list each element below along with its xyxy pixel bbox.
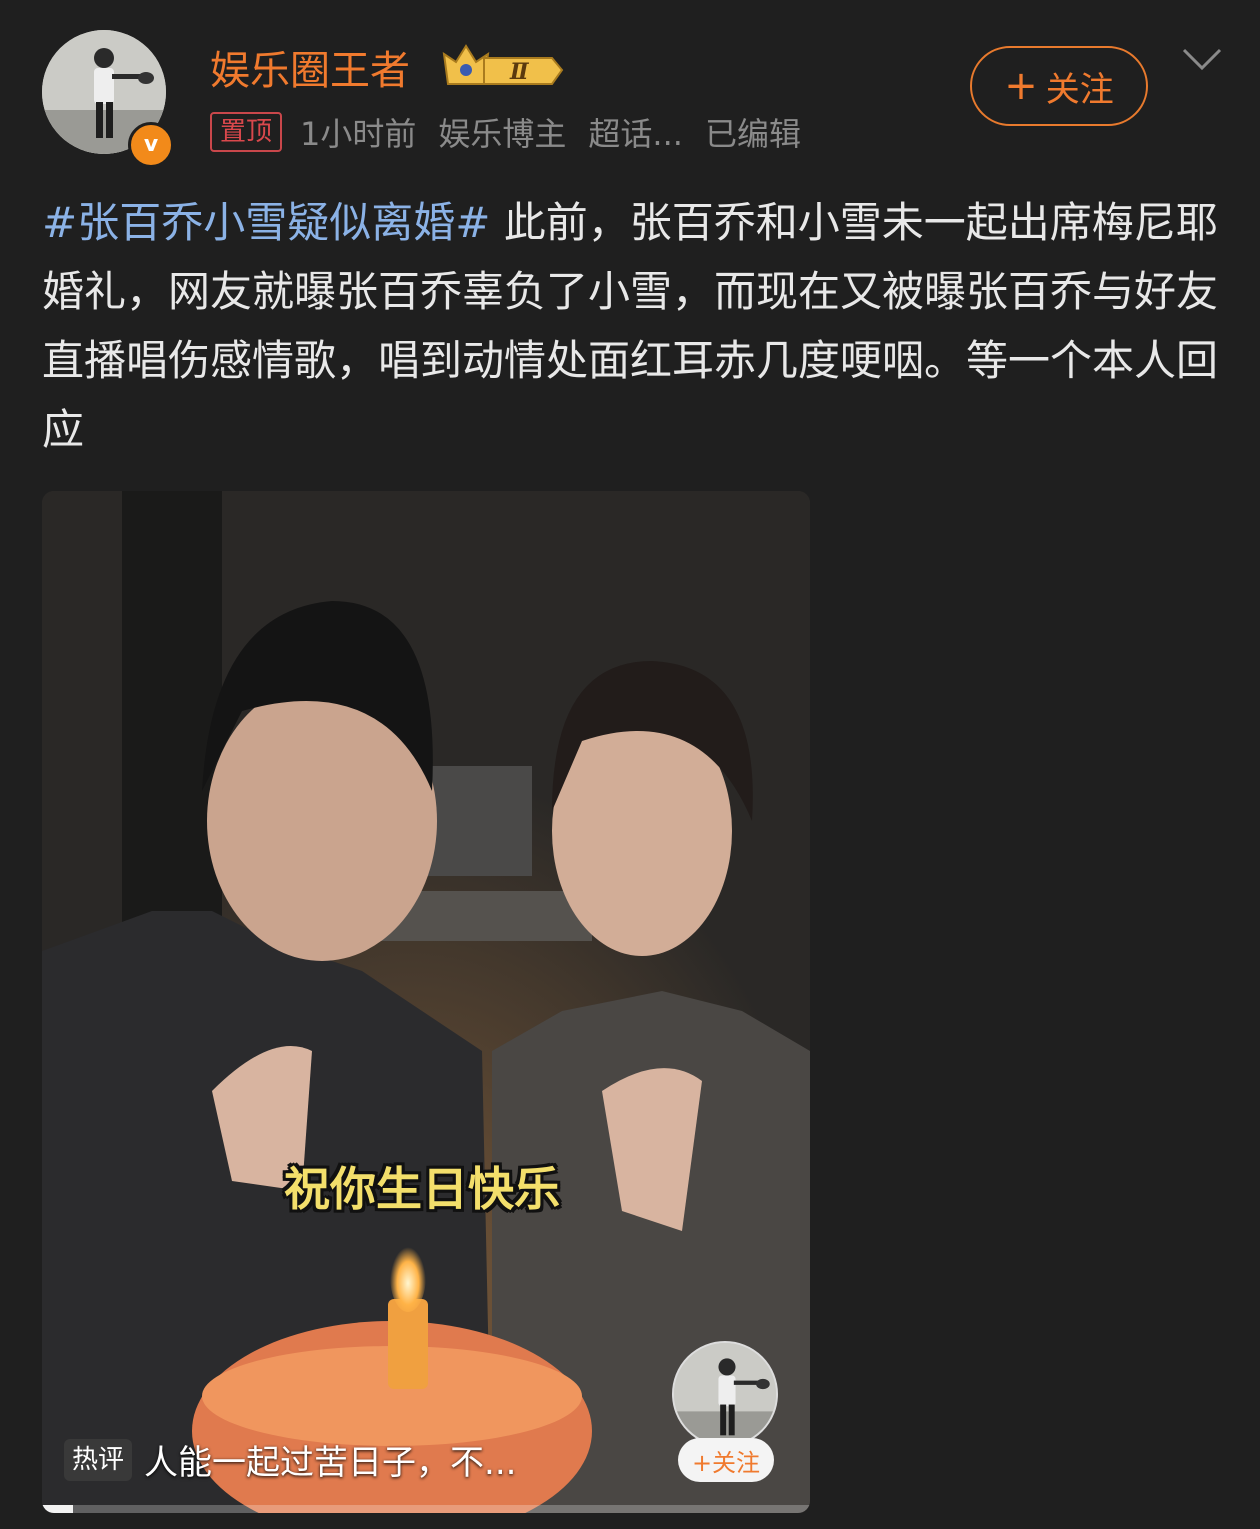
level-badge-text: Ⅱ: [509, 59, 530, 85]
user-category[interactable]: 娱乐博主: [438, 109, 566, 155]
pinned-tag: 置顶: [210, 112, 283, 152]
post-meta: 置顶 1小时前 娱乐博主 超话... 已编辑: [210, 110, 823, 154]
video-progress-bar[interactable]: [42, 1505, 810, 1513]
hot-comment-tag: 热评: [64, 1438, 133, 1481]
post-text: #张百乔小雪疑似离婚# 此前，张百乔和小雪未一起出席梅尼耶婚礼，网友就曝张百乔辜…: [42, 188, 1222, 464]
edited-label[interactable]: 已编辑: [705, 109, 801, 155]
crown-level-icon: Ⅱ: [440, 40, 564, 92]
chevron-down-icon[interactable]: [1180, 44, 1224, 74]
video-player[interactable]: 祝你生日快乐 +关注 热评 人能一起过苦日子，不...: [42, 491, 810, 1513]
video-progress-fill: [42, 1505, 73, 1513]
post-time: 1小时前: [300, 115, 417, 153]
video-follow-button[interactable]: +关注: [678, 1438, 774, 1482]
hashtag-link[interactable]: #张百乔小雪疑似离婚#: [42, 198, 490, 247]
hot-comment-text: 人能一起过苦日子，不...: [144, 1443, 517, 1483]
video-author-avatar[interactable]: [672, 1341, 778, 1447]
verified-badge-icon: v: [128, 122, 174, 168]
follow-label: 关注: [1045, 69, 1114, 110]
follow-button[interactable]: + 关注: [970, 46, 1148, 126]
hot-comment[interactable]: 热评 人能一起过苦日子，不...: [64, 1435, 516, 1484]
username[interactable]: 娱乐圈王者: [210, 38, 410, 96]
plus-icon: +: [1004, 63, 1038, 109]
video-subtitle: 祝你生日快乐: [284, 1162, 560, 1216]
supertopic-link[interactable]: 超话...: [588, 109, 683, 155]
